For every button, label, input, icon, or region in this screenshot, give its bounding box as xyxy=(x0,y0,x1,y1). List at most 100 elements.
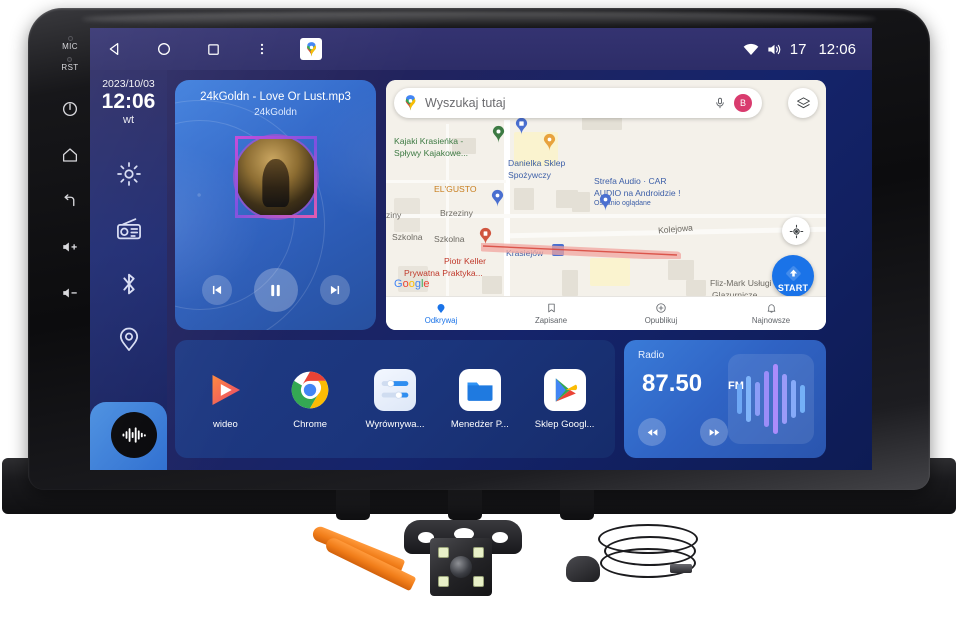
map-label: Piotr Keller xyxy=(444,256,487,266)
clock-date: 2023/10/03 xyxy=(102,78,155,90)
map-layers-button[interactable] xyxy=(788,88,818,118)
home-icon xyxy=(62,148,78,162)
dock-item-bluetooth[interactable] xyxy=(115,270,143,298)
nav-back-button[interactable] xyxy=(104,38,126,60)
app-shortcut-file-manager[interactable]: Menedżer P... xyxy=(440,368,520,430)
app-label: Sklep Googl... xyxy=(534,418,595,430)
radio-seek-backward-button[interactable] xyxy=(638,418,666,446)
music-fab-button[interactable] xyxy=(111,412,157,458)
home-button[interactable] xyxy=(61,146,79,164)
radio-seek-forward-button[interactable] xyxy=(700,418,728,446)
map-area xyxy=(590,258,630,286)
map-label: Strefa Audio · CAR xyxy=(594,176,667,186)
volume-up-button[interactable] xyxy=(61,238,79,256)
gear-icon xyxy=(116,162,141,186)
map-label: Brzeziny xyxy=(440,208,473,218)
mic-capsule xyxy=(566,556,600,582)
bell-icon xyxy=(767,304,775,313)
map-bottom-navigation: Odkrywaj Zapisane Opublikuj Najnowsze xyxy=(386,296,826,330)
map-label: Spożywczy xyxy=(508,170,551,180)
map-locate-button[interactable] xyxy=(782,217,810,245)
volume-down-button[interactable] xyxy=(61,284,79,302)
location-pin-icon xyxy=(119,327,138,351)
dock-item-radio[interactable] xyxy=(115,215,143,243)
app-shortcut-chrome[interactable]: Chrome xyxy=(270,369,350,430)
eq-bar xyxy=(746,376,751,422)
map-nav-explore[interactable]: Odkrywaj xyxy=(386,297,496,330)
eq-bar xyxy=(791,380,796,418)
reset-hole-icon xyxy=(67,57,73,62)
map-pin-green[interactable] xyxy=(491,124,506,144)
nav-more-button[interactable] xyxy=(251,38,273,60)
media-previous-button[interactable] xyxy=(201,275,232,305)
map-search-bar[interactable]: Wyszukaj tutaj B xyxy=(394,88,762,118)
nav-home-button[interactable] xyxy=(153,38,175,60)
app-shortcut-play-store[interactable]: Sklep Googl... xyxy=(525,368,605,430)
map-widget[interactable]: Kajaki Krasieńka - Spływy Kajakowe... Da… xyxy=(386,80,826,330)
map-nav-label: Najnowsze xyxy=(751,316,791,325)
radio-widget[interactable]: Radio 87.50 FM xyxy=(624,340,826,458)
hw-label-mic: MIC xyxy=(62,42,78,51)
clock-time: 12:06 xyxy=(101,90,156,113)
map-pin-blue[interactable] xyxy=(598,192,613,212)
app-shortcuts-card: wideo Chrome Wyrównywa... Menedżer P... … xyxy=(175,340,615,458)
dock-item-settings[interactable] xyxy=(115,160,143,188)
map-route-overlay xyxy=(481,243,681,259)
map-nav-updates[interactable]: Najnowsze xyxy=(716,297,826,330)
android-status-bar: 17 12:06 xyxy=(90,28,872,70)
radio-icon xyxy=(116,218,141,240)
map-search-input[interactable]: Wyszukaj tutaj xyxy=(425,96,706,110)
eq-bar xyxy=(764,371,769,427)
video-play-icon xyxy=(212,374,241,405)
maps-pin-icon xyxy=(306,41,316,56)
bezel-highlight xyxy=(82,11,876,27)
map-nav-saved[interactable]: Zapisane xyxy=(496,297,606,330)
media-next-button[interactable] xyxy=(319,275,350,305)
map-building xyxy=(668,260,694,280)
radio-title: Radio xyxy=(638,350,665,361)
volume-icon xyxy=(768,44,781,54)
map-nav-label: Odkrywaj xyxy=(424,316,458,325)
chrome-icon xyxy=(291,371,329,408)
dock-item-navigation[interactable] xyxy=(115,325,143,353)
bluetooth-icon xyxy=(122,273,135,295)
fast-forward-icon xyxy=(709,428,719,436)
eq-bar xyxy=(782,374,787,424)
map-nav-contribute[interactable]: Opublikuj xyxy=(606,297,716,330)
pause-icon xyxy=(271,284,280,296)
media-player-card[interactable]: 24kGoldn - Love Or Lust.mp3 24kGoldn xyxy=(175,80,376,330)
clock-widget[interactable]: 2023/10/03 12:06 wt xyxy=(90,78,167,126)
map-label: ziny xyxy=(386,210,402,220)
reset-hole[interactable]: RST xyxy=(61,57,78,72)
media-pause-button[interactable] xyxy=(253,268,298,312)
map-pin-blue[interactable] xyxy=(514,116,529,136)
microphone-icon[interactable] xyxy=(714,95,726,111)
map-label: Danielka Sklep xyxy=(508,158,566,168)
map-nav-label: Opublikuj xyxy=(644,316,678,325)
map-pin-blue[interactable] xyxy=(490,188,505,208)
map-start-navigation-button[interactable]: START xyxy=(772,255,814,297)
square-icon xyxy=(207,43,219,55)
nav-recents-button[interactable] xyxy=(202,38,224,60)
power-button[interactable] xyxy=(61,100,79,118)
app-shortcut-equalizer[interactable]: Wyrównywa... xyxy=(355,368,435,430)
app-shortcut-wideo[interactable]: wideo xyxy=(185,369,265,430)
maps-shortcut-button[interactable] xyxy=(300,38,322,60)
head-unit-device: MIC RST 17 12:06 2023/10/03 12:06 wt 24k… xyxy=(2,8,956,520)
album-art xyxy=(234,136,317,218)
map-pin-orange[interactable] xyxy=(542,132,557,152)
plus-circle-icon xyxy=(656,303,666,313)
back-button[interactable] xyxy=(61,192,79,210)
map-building xyxy=(514,188,534,210)
avatar[interactable]: B xyxy=(734,94,752,112)
left-dock: 2023/10/03 12:06 wt xyxy=(90,70,167,470)
app-label: wideo xyxy=(212,418,238,430)
eq-bar xyxy=(800,385,805,413)
mic-jack-plug xyxy=(670,564,692,573)
volume-level: 17 xyxy=(789,40,807,58)
map-start-label: START xyxy=(777,283,809,293)
media-artist: 24kGoldn xyxy=(254,107,297,118)
hw-label-rst: RST xyxy=(61,63,79,72)
eq-bar xyxy=(737,384,742,414)
touchscreen[interactable]: 17 12:06 2023/10/03 12:06 wt 24kGoldn - … xyxy=(90,28,872,470)
